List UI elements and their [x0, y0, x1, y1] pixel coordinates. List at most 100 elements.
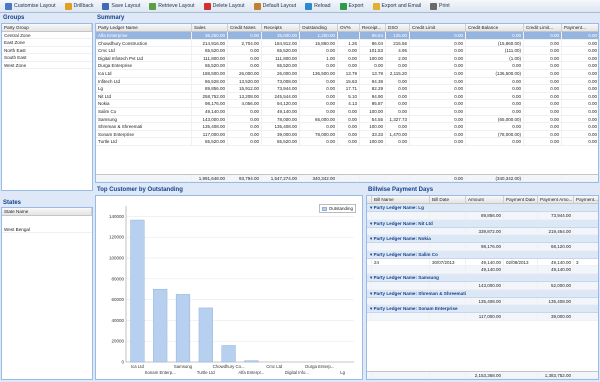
- table-row[interactable]: Digital Infotech Pvt Ltd 111,800.00 0.00 11…: [96, 54, 598, 63]
- toolbar-button-retrieve-layout[interactable]: Retrieve Layout: [146, 1, 197, 12]
- table-cell: (1.00): [466, 54, 524, 62]
- table-row[interactable]: Durga Enterprise 65,520.00 0.00 65,520.00 0.…: [96, 62, 598, 70]
- billwise-group-total[interactable]: 89,856.00 73,944.00: [367, 212, 598, 220]
- states-pane: State Name West Bengal: [1, 207, 93, 380]
- billwise-group-header[interactable]: ▾ Party Ledger Name: Shreman & Shreemati: [367, 289, 598, 298]
- print-icon: [430, 2, 438, 10]
- save-icon: [102, 2, 110, 10]
- billwise-row[interactable]: 24 30/07/2013 49,140.00 02/08/2013 49,140.00…: [367, 258, 598, 267]
- table-row[interactable]: Lg 89,856.00 15,912.00 73,944.00 0.00 17.71 82…: [96, 85, 598, 93]
- table-row[interactable]: Nokia 98,176.00 4,056.00 94,120.00 0.00 4.13 9…: [96, 100, 598, 108]
- billwise-cell: 49,140.00: [466, 266, 504, 273]
- group-item[interactable]: East Zone: [2, 39, 92, 47]
- toolbar-button-reload[interactable]: Reload: [302, 1, 333, 12]
- table-row[interactable]: Sonam Enterprise 117,000.00 0.00 39,000.00 7…: [96, 130, 598, 139]
- summary-column-header[interactable]: Receipts: [262, 24, 300, 32]
- toolbar-button-export[interactable]: Export: [337, 1, 367, 12]
- group-item[interactable]: South East: [2, 54, 92, 62]
- toolbar-button-default-layout[interactable]: Default Layout: [251, 1, 299, 12]
- table-row[interactable]: Chowdhury Construction 214,916.00 2,704.00…: [96, 39, 598, 48]
- group-item[interactable]: West Zone: [2, 62, 92, 69]
- billwise-cell: 68,120.00: [538, 243, 574, 250]
- table-row[interactable]: Turtle Ltd 65,520.00 0.00 65,520.00 0.00 0.00…: [96, 138, 598, 146]
- total-cell: [524, 175, 562, 181]
- billwise-group-header[interactable]: ▾ Party Ledger Name: Nit Ltd: [367, 219, 598, 228]
- y-tick-label: 100000: [109, 256, 125, 261]
- group-item[interactable]: North East: [2, 47, 92, 55]
- toolbar-button-drillback[interactable]: Drillback: [62, 1, 97, 12]
- billwise-group-total[interactable]: 143,000.00 52,000.00: [367, 281, 598, 290]
- summary-grid: Party Ledger Name Sales Credit Notes Receip…: [95, 23, 599, 183]
- table-cell: 0.00: [466, 62, 524, 69]
- billwise-cell: [430, 297, 466, 305]
- billwise-cell: [574, 212, 598, 219]
- summary-column-header[interactable]: OV%: [338, 24, 360, 32]
- table-cell: 0.00: [300, 123, 338, 130]
- summary-column-header[interactable]: Sales: [192, 24, 228, 32]
- table-row[interactable]: Cmc Ltd 65,520.00 0.00 65,520.00 0.00 0.00 101…: [96, 47, 598, 55]
- billwise-group-header[interactable]: ▾ Party Ledger Name: Lg: [367, 204, 598, 212]
- table-cell: 0.00: [562, 138, 598, 145]
- table-cell: 5.10: [338, 92, 360, 100]
- summary-column-header[interactable]: Credit Notes: [228, 24, 262, 32]
- toolbar-button-export-and-email[interactable]: Export and Email: [370, 1, 425, 12]
- summary-column-header[interactable]: Credit Limit...: [524, 24, 562, 32]
- total-cell: 1,991,648.00: [192, 175, 228, 181]
- billwise-group-total[interactable]: 49,140.00 49,140.00: [367, 266, 598, 274]
- toolbar-button-print[interactable]: Print: [427, 1, 453, 12]
- billwise-group-header[interactable]: ▾ Party Ledger Name: Sonam Enterprise: [367, 305, 598, 314]
- billwise-group-header[interactable]: ▾ Party Ledger Name: Salim Co: [367, 250, 598, 259]
- toolbar-button-save-layout[interactable]: Save Layout: [99, 1, 143, 12]
- billwise-column-header[interactable]: Amount: [466, 196, 504, 204]
- table-row[interactable]: Salim Co 49,140.00 0.00 49,140.00 0.00 0.00 10…: [96, 107, 598, 116]
- chart-title: Top Customer by Outstanding: [97, 187, 183, 193]
- billwise-group-total[interactable]: 98,176.00 68,120.00: [367, 243, 598, 251]
- billwise-column-header[interactable]: Payment Amo...: [538, 196, 574, 204]
- groups-header[interactable]: Party Group: [2, 24, 92, 32]
- billwise-column-header[interactable]: Bill Date: [430, 196, 466, 204]
- summary-column-header[interactable]: Party Ledger Name: [96, 24, 192, 32]
- table-cell: 33.33: [360, 130, 386, 138]
- billwise-group-total[interactable]: 339,872.00 219,464.00: [367, 227, 598, 236]
- billwise-group-total[interactable]: 117,000.00 39,000.00: [367, 313, 598, 321]
- summary-column-header[interactable]: Outstanding: [300, 24, 338, 32]
- top-customer-chart: 0 20000 40000 60000 80000 100000 120000 140000 I…: [95, 195, 363, 380]
- table-cell: 0.00: [524, 92, 562, 100]
- table-row[interactable]: Infitech Ltd 86,528.00 13,520.00 73,008.00 0…: [96, 77, 598, 86]
- table-cell: 82.29: [360, 85, 386, 92]
- summary-column-header[interactable]: Receipt...: [360, 24, 386, 32]
- table-row[interactable]: Samsung 143,000.00 0.00 78,000.00 65,000.00 0…: [96, 115, 598, 124]
- toolbar-button-customise-layout[interactable]: Customise Layout: [2, 1, 59, 12]
- toolbar-button-delete-layout[interactable]: Delete Layout: [201, 1, 248, 12]
- billwise-group-total[interactable]: 135,408.00 135,408.00: [367, 297, 598, 306]
- table-cell: 0.00: [524, 69, 562, 77]
- summary-column-header[interactable]: DSO: [386, 24, 410, 32]
- billwise-column-header[interactable]: Payment...: [574, 196, 598, 204]
- table-cell: 26,000.00: [262, 69, 300, 77]
- summary-column-header[interactable]: Credit Limit: [410, 24, 466, 32]
- summary-column-header[interactable]: Payment...: [562, 24, 598, 32]
- billwise-cell: [504, 297, 538, 305]
- table-row[interactable]: Ica Ltd 188,500.00 26,000.00 26,000.00 136,5…: [96, 69, 598, 78]
- table-cell: 2,115.20: [386, 69, 410, 77]
- table-cell: 0.00: [466, 85, 524, 92]
- billwise-column-header[interactable]: Payment Date: [504, 196, 538, 204]
- table-cell: 0.00: [228, 54, 262, 62]
- billwise-cell: [430, 212, 466, 219]
- table-row[interactable]: Alfa Enterprise 36,250.00 0.00 35,000.00 1,2…: [96, 32, 598, 40]
- table-cell: 35,000.00: [262, 32, 300, 39]
- table-cell: 39,000.00: [262, 130, 300, 138]
- table-row[interactable]: Nit Ltd 258,752.00 13,208.00 245,544.00 0.00…: [96, 92, 598, 101]
- table-cell: 0.00: [410, 47, 466, 54]
- table-row[interactable]: Shreman & Shreemati 135,408.00 0.00 135,408…: [96, 123, 598, 131]
- table-cell: 245,544.00: [262, 92, 300, 100]
- states-header[interactable]: State Name: [2, 208, 92, 216]
- billwise-group-header[interactable]: ▾ Party Ledger Name: Samsung: [367, 273, 598, 282]
- toolbar-button-label: Export and Email: [381, 3, 422, 9]
- state-item[interactable]: West Bengal: [2, 226, 92, 234]
- summary-totals-row: 1,991,648.00 93,794.00 1,547,274.00 340,342…: [96, 174, 598, 182]
- group-item[interactable]: Central Zone: [2, 32, 92, 40]
- billwise-group-header[interactable]: ▾ Party Ledger Name: Nokia: [367, 235, 598, 244]
- billwise-column-header[interactable]: Bill Name: [372, 196, 430, 204]
- summary-column-header[interactable]: Credit Balance: [466, 24, 524, 32]
